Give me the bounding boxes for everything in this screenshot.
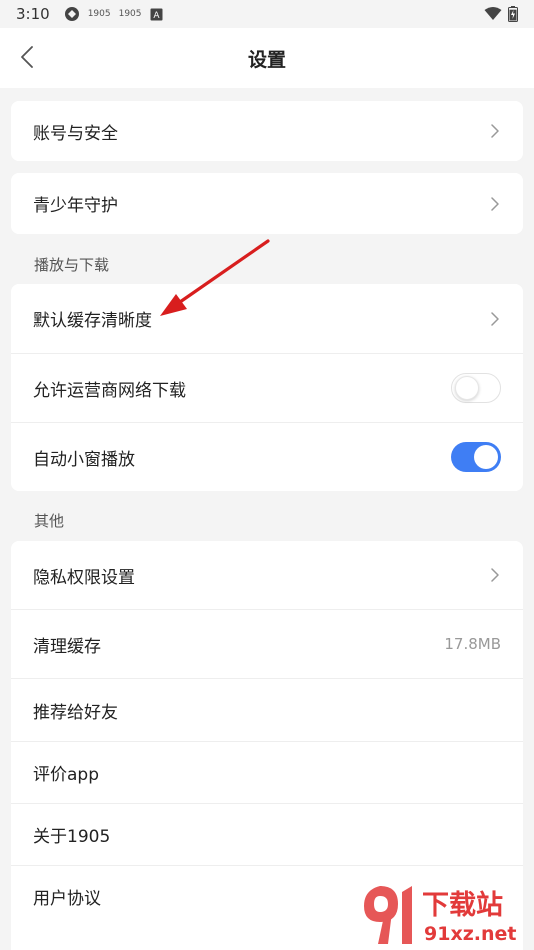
back-button[interactable] [14,44,40,70]
status-time: 3:10 [16,5,50,23]
watermark-logo: 下载站 91xz.net [364,886,516,945]
playback-card: 默认缓存清晰度 允许运营商网络下载 自动小窗播放 [11,284,523,491]
page-title: 设置 [247,48,286,71]
wifi-icon [484,7,502,20]
app-logo-icon [64,7,79,21]
chevron-right-icon [491,124,499,138]
status-bar: 3:10 1905 1905 A [0,0,534,28]
status-notification-icons: 1905 1905 A [64,6,163,22]
watermark-brand: 下载站 [422,890,503,921]
settings-item-label: 隐私权限设置 [33,567,135,588]
settings-item-recommend-friends[interactable]: 推荐给好友 [11,678,523,741]
settings-item-clear-cache[interactable]: 清理缓存 17.8MB [11,609,523,678]
settings-item-label: 青少年守护 [33,196,118,216]
section-title-other: 其他 [34,512,65,530]
status-system-icons [484,6,518,22]
notification-text-1905: 1905 [87,9,111,19]
cache-size-value: 17.8MB [444,635,501,653]
settings-item-label: 允许运营商网络下载 [33,380,186,401]
youth-card: 青少年守护 [11,173,523,234]
settings-item-default-cache-quality[interactable]: 默认缓存清晰度 [11,284,523,353]
chevron-right-icon [491,311,499,326]
nav-bar: 设置 [0,28,534,88]
section-title-playback: 播放与下载 [34,256,110,274]
settings-item-label: 自动小窗播放 [33,449,135,470]
settings-item-account-security[interactable]: 账号与安全 [11,101,523,161]
settings-item-label: 清理缓存 [33,636,101,657]
settings-item-label: 账号与安全 [33,123,118,144]
auto-mini-window-toggle[interactable] [451,442,501,472]
settings-item-label: 关于1905 [33,827,111,847]
settings-item-label: 推荐给好友 [33,702,118,723]
chevron-right-icon [491,196,499,211]
settings-item-youth-protection[interactable]: 青少年守护 [11,173,523,234]
settings-item-auto-mini-window: 自动小窗播放 [11,422,523,491]
settings-item-rate-app[interactable]: 评价app [11,741,523,803]
settings-item-label: 评价app [33,765,99,785]
toggle-knob [455,376,479,400]
svg-text:A: A [153,11,160,21]
battery-icon [508,6,518,22]
toggle-knob [474,445,498,469]
chevron-left-icon [21,46,33,68]
settings-item-privacy-permissions[interactable]: 隐私权限设置 [11,541,523,609]
watermark-domain: 91xz.net [424,923,516,945]
settings-item-label: 默认缓存清晰度 [33,311,152,331]
account-card: 账号与安全 [11,101,523,161]
chevron-right-icon [491,568,499,582]
letter-a-icon: A [150,8,162,21]
settings-item-carrier-download: 允许运营商网络下载 [11,353,523,422]
settings-item-about[interactable]: 关于1905 [11,803,523,865]
carrier-download-toggle[interactable] [451,373,501,403]
notification-text-1905-b: 1905 [118,9,142,19]
